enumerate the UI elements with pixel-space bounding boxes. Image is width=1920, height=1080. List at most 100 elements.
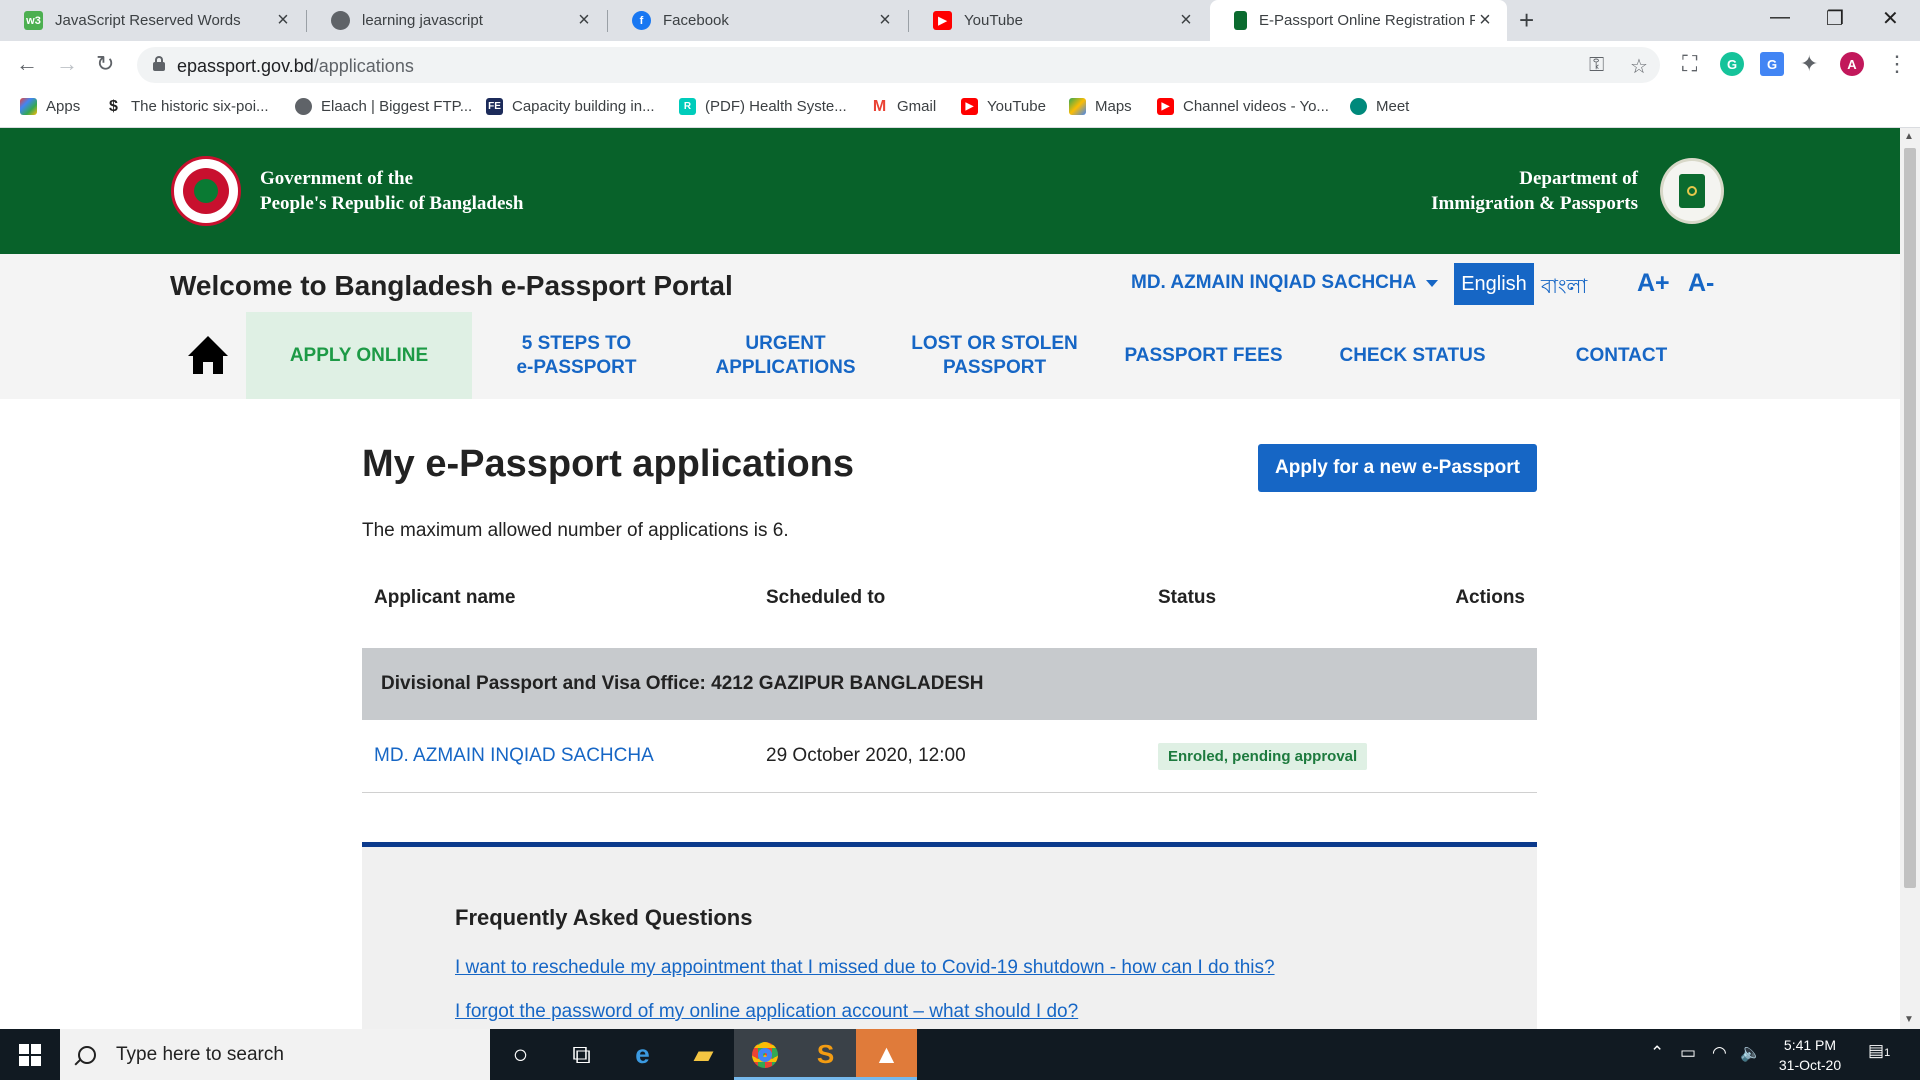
youtube-icon: ▶ (961, 98, 978, 115)
office-name: Divisional Passport and Visa Office: 421… (381, 673, 984, 694)
youtube-icon: ▶ (933, 11, 952, 30)
faq-link-reschedule[interactable]: I want to reschedule my appointment that… (455, 957, 1275, 979)
user-name: MD. AZMAIN INQIAD SACHCHA (1131, 272, 1417, 293)
language-bangla-button[interactable]: বাংলা (1541, 272, 1587, 305)
nav-urgent-applications[interactable]: URGENT APPLICATIONS (681, 312, 890, 399)
minimize-icon[interactable]: — (1770, 6, 1790, 29)
home-icon (188, 335, 228, 376)
close-icon[interactable]: × (273, 9, 293, 32)
bookmark-pdf-health[interactable]: R (PDF) Health Syste... (679, 98, 847, 115)
back-icon[interactable]: ← (16, 51, 38, 77)
w3schools-icon: w3 (24, 11, 43, 30)
photos-icon[interactable]: ▲ (856, 1029, 917, 1080)
caret-down-icon (1426, 279, 1439, 287)
nav-home[interactable] (170, 312, 246, 399)
bookmark-maps[interactable]: Maps (1069, 98, 1132, 115)
task-view-icon[interactable]: ⧉ (551, 1029, 612, 1080)
apply-new-passport-button[interactable]: Apply for a new e-Passport (1258, 444, 1537, 492)
bookmark-channel-videos[interactable]: ▶ Channel videos - Yo... (1157, 98, 1329, 115)
bookmark-gmail[interactable]: M Gmail (871, 98, 936, 116)
max-applications-note: The maximum allowed number of applicatio… (362, 520, 789, 541)
grammarly-icon[interactable]: G (1720, 52, 1744, 76)
bookmark-capacity[interactable]: FE Capacity building in... (486, 98, 655, 115)
system-clock[interactable]: 5:41 PM 31-Oct-20 (1760, 1035, 1860, 1075)
search-icon (78, 1045, 96, 1064)
sublime-text-icon[interactable]: S (795, 1029, 856, 1080)
language-english-button[interactable]: English (1454, 263, 1534, 305)
meet-icon (1350, 98, 1367, 115)
translate-icon[interactable]: G (1760, 52, 1784, 76)
nav-lost-or-stolen[interactable]: LOST OR STOLEN PASSPORT (890, 312, 1099, 399)
file-explorer-icon[interactable]: ▰ (673, 1029, 734, 1080)
search-placeholder: Type here to search (116, 1043, 284, 1065)
column-status: Status (1158, 587, 1217, 608)
faq-link-forgot-password[interactable]: I forgot the password of my online appli… (455, 1001, 1078, 1023)
user-menu[interactable]: MD. AZMAIN INQIAD SACHCHA (1131, 272, 1439, 294)
close-icon[interactable]: × (875, 9, 895, 32)
portal-header: Welcome to Bangladesh e-Passport Portal … (0, 254, 1900, 399)
volume-icon[interactable]: 🔈 (1740, 1043, 1761, 1063)
nav-apply-online[interactable]: APPLY ONLINE (246, 312, 472, 399)
font-decrease-button[interactable]: A- (1688, 269, 1714, 298)
applicant-name-link[interactable]: MD. AZMAIN INQIAD SACHCHA (374, 745, 654, 767)
page-scrollbar[interactable]: ▲ ▼ (1900, 128, 1920, 1029)
restore-icon[interactable]: ❐ (1826, 6, 1844, 31)
star-icon[interactable]: ☆ (1630, 54, 1648, 79)
forward-icon[interactable]: → (56, 51, 78, 77)
nav-passport-fees[interactable]: PASSPORT FEES (1099, 312, 1308, 399)
edge-icon[interactable]: e (612, 1029, 673, 1080)
screenshot-icon[interactable]: ⛶ (1682, 51, 1697, 77)
wifi-icon[interactable]: ◠ (1712, 1043, 1727, 1063)
scrollbar-thumb[interactable] (1904, 148, 1916, 888)
bookmarks-bar: Apps $ The historic six-poi... Elaach | B… (0, 89, 1920, 128)
profile-avatar[interactable]: A (1840, 52, 1864, 76)
font-increase-button[interactable]: A+ (1637, 269, 1670, 298)
bookmark-apps[interactable]: Apps (20, 98, 80, 115)
tab-learning-javascript[interactable]: learning javascript × (307, 0, 606, 41)
key-icon[interactable]: ⚿ (1589, 54, 1604, 77)
tab-facebook[interactable]: f Facebook × (608, 0, 907, 41)
start-button[interactable] (0, 1029, 60, 1080)
window-close-icon[interactable]: ✕ (1882, 6, 1899, 31)
battery-icon[interactable]: ▭ (1680, 1043, 1696, 1063)
bangladesh-emblem-icon[interactable] (171, 156, 241, 226)
scroll-up-icon[interactable]: ▲ (1904, 131, 1914, 142)
nav-5-steps[interactable]: 5 STEPS TO e-PASSPORT (472, 312, 681, 399)
bookmark-youtube[interactable]: ▶ YouTube (961, 98, 1046, 115)
chrome-icon[interactable] (734, 1029, 795, 1080)
nav-check-status[interactable]: CHECK STATUS (1308, 312, 1517, 399)
cortana-icon[interactable]: ○ (490, 1029, 551, 1080)
globe-icon (331, 11, 350, 30)
windows-logo-icon (19, 1043, 41, 1066)
new-tab-icon[interactable]: + (1519, 5, 1534, 36)
taskbar-search[interactable]: Type here to search (60, 1029, 490, 1080)
department-title[interactable]: Department of Immigration & Passports (1431, 166, 1638, 216)
column-applicant-name: Applicant name (374, 587, 516, 608)
nav-contact[interactable]: CONTACT (1517, 312, 1726, 399)
dip-logo-icon[interactable] (1660, 158, 1724, 224)
researchgate-icon: R (679, 98, 696, 115)
close-icon[interactable]: × (574, 9, 594, 32)
close-icon[interactable]: × (1475, 9, 1495, 32)
menu-icon[interactable]: ⋮ (1886, 51, 1908, 77)
government-title[interactable]: Government of the People's Republic of B… (260, 166, 523, 216)
epassport-icon (1234, 11, 1247, 30)
close-icon[interactable]: × (1176, 9, 1196, 32)
office-group-row: Divisional Passport and Visa Office: 421… (362, 648, 1537, 720)
globe-icon (295, 98, 312, 115)
lock-icon[interactable] (153, 56, 165, 72)
bookmark-elaach[interactable]: Elaach | Biggest FTP... (295, 98, 472, 115)
windows-taskbar: Type here to search ○ ⧉ e ▰ S ▲ ⌃ ▭ ◠ 🔈 … (0, 1029, 1920, 1080)
notifications-icon[interactable]: ▤1 (1868, 1041, 1890, 1061)
tab-epassport[interactable]: E-Passport Online Registration Po × (1210, 0, 1507, 41)
reload-icon[interactable]: ↻ (96, 51, 114, 77)
url-text: epassport.gov.bd/applications (177, 56, 414, 76)
tab-javascript-reserved-words[interactable]: w3 JavaScript Reserved Words × (0, 0, 305, 41)
address-bar[interactable]: epassport.gov.bd/applications ⚿ ☆ (137, 47, 1660, 83)
tab-youtube[interactable]: ▶ YouTube × (909, 0, 1208, 41)
scroll-down-icon[interactable]: ▼ (1904, 1014, 1914, 1025)
chevron-up-icon[interactable]: ⌃ (1650, 1043, 1664, 1063)
bookmark-historic[interactable]: $ The historic six-poi... (105, 98, 269, 116)
bookmark-meet[interactable]: Meet (1350, 98, 1409, 115)
extensions-icon[interactable]: ✦ (1800, 51, 1818, 77)
